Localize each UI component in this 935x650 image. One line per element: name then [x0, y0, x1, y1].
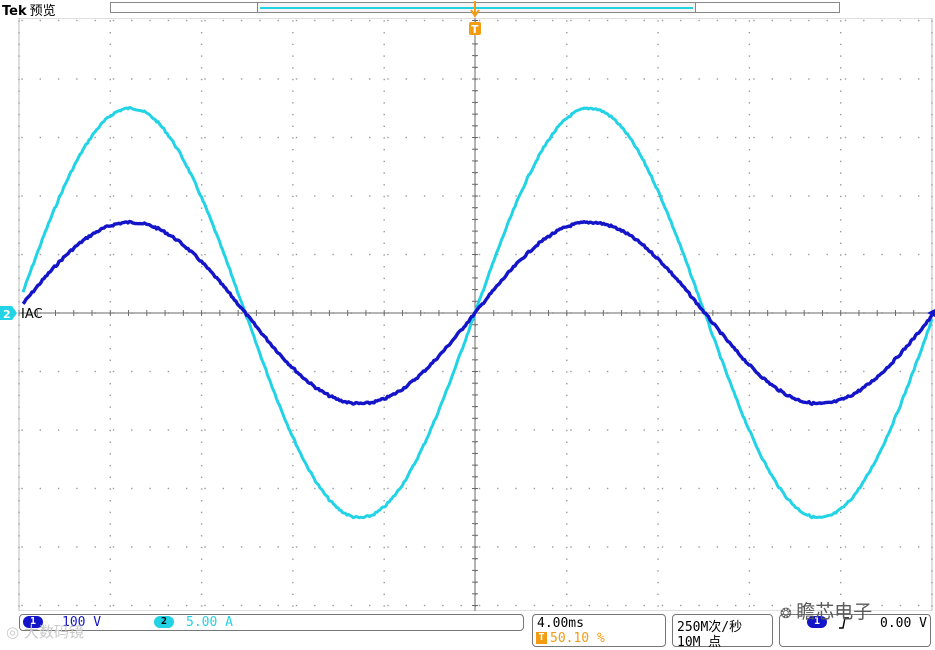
timebase-scale: 4.00ms: [537, 616, 584, 631]
channel-scale-box[interactable]: 1 100 V 2 5.00 A: [19, 614, 524, 631]
brand-name: Tek: [2, 4, 27, 19]
record-length: 10M 点: [677, 635, 722, 650]
timebase-box[interactable]: 4.00ms T 50.10 %: [532, 614, 666, 647]
display-background: [0, 18, 935, 611]
acquisition-status: 预览: [29, 4, 56, 19]
acquisition-box[interactable]: 250M次/秒 10M 点: [672, 614, 773, 650]
trigger-position-marker[interactable]: T: [468, 0, 482, 36]
watermark-left-text: 大数码镜: [23, 623, 84, 641]
trigger-level: 0.00 V: [880, 616, 927, 631]
ch2-scale: 5.00 A: [186, 615, 233, 630]
trigger-position-label: T: [471, 23, 479, 36]
watermark-right: ❂ 瞻芯电子: [780, 597, 872, 624]
waveform-display[interactable]: 2 IAC: [0, 18, 935, 611]
wechat-icon: ❂: [780, 606, 797, 622]
ch2-ground-label: IAC: [21, 307, 43, 322]
watermark-left: ◎ 大数码镜: [6, 621, 84, 642]
trigger-position-icon: T: [536, 632, 547, 644]
ch2-marker-label: 2: [3, 308, 11, 321]
trigger-position-percent: 50.10 %: [550, 631, 605, 646]
ch2-badge[interactable]: 2: [154, 616, 174, 628]
brand-label: Tek 预览: [2, 0, 56, 19]
watermark-left-icon: ◎: [6, 623, 24, 641]
watermark-right-text: 瞻芯电子: [796, 601, 873, 623]
